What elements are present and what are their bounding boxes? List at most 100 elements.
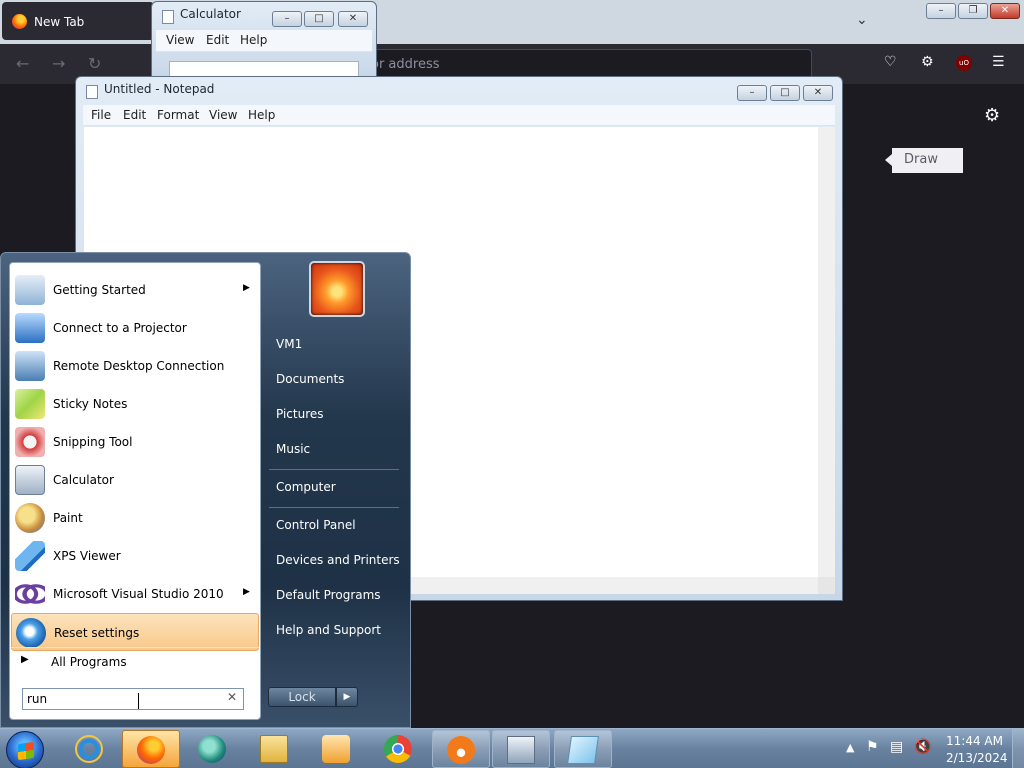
draw-tooltip[interactable]: Draw (885, 148, 963, 173)
internet-explorer-icon (75, 735, 103, 763)
media-player-icon (322, 735, 350, 763)
notepad-window-icon (86, 85, 98, 99)
start-menu: Getting Started ▶ Connect to a Projector… (0, 252, 411, 728)
notepad-minimize-button[interactable]: – (737, 85, 767, 101)
pocket-icon[interactable]: ♡ (884, 54, 897, 70)
all-programs-button[interactable]: ▶ All Programs (11, 647, 259, 675)
notepad-menubar: File Edit Format View Help (83, 105, 835, 126)
start-right-control-panel[interactable]: Control Panel (276, 518, 356, 532)
start-item-label: Reset settings (54, 626, 140, 640)
taskbar-chrome[interactable] (370, 730, 428, 768)
start-item-label: Remote Desktop Connection (53, 359, 225, 373)
sticky-notes-icon (15, 389, 45, 419)
taskbar-file-explorer[interactable] (246, 730, 304, 768)
start-menu-programs-pane: Getting Started ▶ Connect to a Projector… (9, 262, 261, 720)
start-item-label: Getting Started (53, 283, 146, 297)
ublock-origin-icon[interactable]: uO (956, 55, 972, 71)
start-item-visual-studio[interactable]: Microsoft Visual Studio 2010 ▶ (11, 575, 259, 613)
notepad-menu-view[interactable]: View (209, 108, 237, 122)
action-center-flag-icon[interactable]: ⚑ (866, 739, 879, 755)
text-cursor-icon (138, 693, 141, 709)
start-right-default-programs[interactable]: Default Programs (276, 588, 381, 602)
calculator-maximize-button[interactable]: □ (304, 11, 334, 27)
start-item-label: Calculator (53, 473, 114, 487)
taskbar-firefox[interactable] (122, 730, 180, 768)
taskbar-internet-explorer[interactable] (61, 730, 119, 768)
start-item-snipping-tool[interactable]: Snipping Tool (11, 423, 259, 461)
start-item-sticky-notes[interactable]: Sticky Notes (11, 385, 259, 423)
shutdown-options-arrow-icon[interactable]: ▶ (336, 687, 358, 707)
start-button[interactable] (6, 731, 44, 768)
calculator-menu-view[interactable]: View (166, 33, 194, 47)
firefox-icon (12, 14, 27, 29)
volume-muted-icon[interactable]: 🔇 (914, 739, 931, 755)
paint-palette-icon (15, 503, 45, 533)
reload-icon[interactable]: ↻ (88, 54, 101, 73)
browser-tab[interactable]: New Tab (2, 2, 154, 40)
notepad-icon (567, 736, 599, 764)
browser-restore-button[interactable]: ❐ (958, 3, 988, 19)
calculator-menu-edit[interactable]: Edit (206, 33, 229, 47)
start-search-input[interactable] (27, 690, 217, 708)
taskbar-notepad[interactable] (554, 730, 612, 768)
calculator-menu-help[interactable]: Help (240, 33, 267, 47)
start-search-box[interactable]: ✕ (22, 688, 244, 710)
start-right-help-support[interactable]: Help and Support (276, 623, 381, 637)
start-item-reset-settings[interactable]: Reset settings (11, 613, 259, 651)
taskbar-calculator[interactable] (492, 730, 550, 768)
start-item-label: Microsoft Visual Studio 2010 (53, 587, 224, 601)
start-item-xps-viewer[interactable]: XPS Viewer (11, 537, 259, 575)
firefox-icon (137, 736, 165, 764)
calculator-menubar: View Edit Help (156, 30, 372, 52)
projector-icon (15, 313, 45, 343)
lock-button[interactable]: Lock (268, 687, 336, 707)
start-item-paint[interactable]: Paint (11, 499, 259, 537)
start-right-user[interactable]: VM1 (276, 337, 302, 351)
start-item-calculator[interactable]: Calculator (11, 461, 259, 499)
start-right-devices-printers[interactable]: Devices and Printers (276, 553, 400, 567)
hamburger-menu-icon[interactable]: ☰ (992, 54, 1005, 70)
calculator-minimize-button[interactable]: – (272, 11, 302, 27)
xps-viewer-icon (15, 541, 45, 571)
vertical-scrollbar[interactable] (818, 127, 835, 577)
network-icon[interactable]: ▤ (890, 739, 903, 755)
page-settings-gear-icon[interactable]: ⚙ (984, 105, 1000, 126)
calculator-title: Calculator (180, 7, 241, 21)
calculator-close-button[interactable]: ✕ (338, 11, 368, 27)
back-arrow-icon[interactable]: ← (16, 54, 29, 73)
show-hidden-icons-icon[interactable]: ▲ (846, 741, 854, 754)
browser-minimize-button[interactable]: – (926, 3, 956, 19)
taskbar-app-orange[interactable] (432, 730, 490, 768)
notepad-menu-format[interactable]: Format (157, 108, 199, 122)
notepad-menu-file[interactable]: File (91, 108, 111, 122)
start-right-computer[interactable]: Computer (276, 480, 336, 494)
clear-search-icon[interactable]: ✕ (227, 690, 237, 704)
start-item-connect-projector[interactable]: Connect to a Projector (11, 309, 259, 347)
start-right-documents[interactable]: Documents (276, 372, 344, 386)
show-desktop-button[interactable] (1012, 729, 1024, 768)
notepad-maximize-button[interactable]: □ (770, 85, 800, 101)
clock-date[interactable]: 2/13/2024 (946, 751, 1008, 765)
user-avatar[interactable] (309, 261, 365, 317)
browser-close-button[interactable]: ✕ (990, 3, 1020, 19)
notepad-title: Untitled - Notepad (104, 82, 215, 96)
extensions-icon[interactable]: ⚙ (921, 54, 934, 70)
submenu-arrow-icon: ▶ (243, 587, 250, 597)
getting-started-icon (15, 275, 45, 305)
scissors-icon (15, 427, 45, 457)
start-right-music[interactable]: Music (276, 442, 310, 456)
taskbar-media-player[interactable] (308, 730, 366, 768)
list-all-tabs-icon[interactable]: ⌄ (856, 12, 868, 28)
start-item-remote-desktop[interactable]: Remote Desktop Connection (11, 347, 259, 385)
start-right-pictures[interactable]: Pictures (276, 407, 324, 421)
forward-arrow-icon[interactable]: → (52, 54, 65, 73)
start-item-label: Paint (53, 511, 83, 525)
notepad-close-button[interactable]: ✕ (803, 85, 833, 101)
taskbar-app-globe[interactable] (184, 730, 242, 768)
file-explorer-icon (260, 735, 288, 763)
start-item-getting-started[interactable]: Getting Started ▶ (11, 271, 259, 309)
visual-studio-icon (15, 579, 45, 609)
notepad-menu-help[interactable]: Help (248, 108, 275, 122)
notepad-menu-edit[interactable]: Edit (123, 108, 146, 122)
clock-time[interactable]: 11:44 AM (946, 734, 1003, 748)
